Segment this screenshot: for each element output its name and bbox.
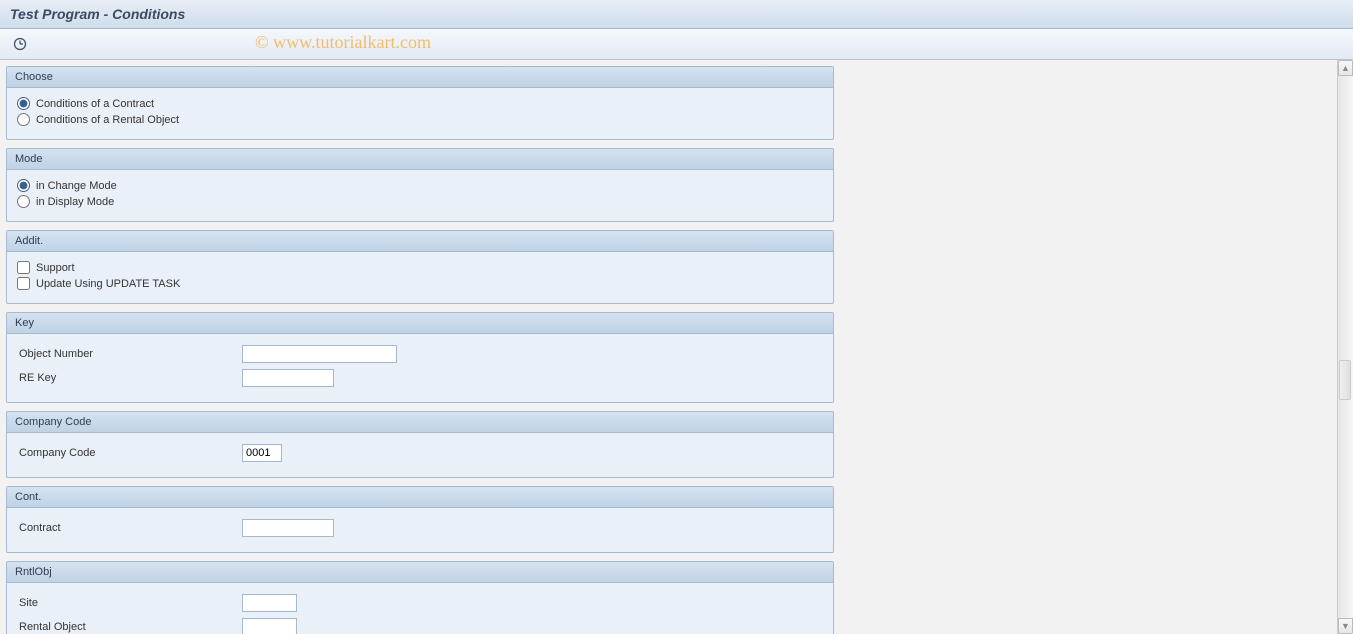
group-header-company-code: Company Code (7, 412, 833, 433)
radio-conditions-rental[interactable] (17, 113, 30, 126)
radio-change-mode[interactable] (17, 179, 30, 192)
group-header-cont: Cont. (7, 487, 833, 508)
group-body-addit: Support Update Using UPDATE TASK (7, 252, 833, 303)
input-contract[interactable] (242, 519, 334, 537)
label-company-code: Company Code (17, 447, 242, 459)
label-update-task: Update Using UPDATE TASK (36, 278, 180, 290)
form-area: Choose Conditions of a Contract Conditio… (0, 60, 840, 634)
group-body-cont: Contract (7, 508, 833, 552)
execute-icon (13, 37, 27, 51)
group-header-choose: Choose (7, 67, 833, 88)
radio-conditions-contract[interactable] (17, 97, 30, 110)
group-key: Key Object Number RE Key (6, 312, 834, 403)
input-rental-object[interactable] (242, 618, 297, 634)
group-company-code: Company Code Company Code (6, 411, 834, 478)
label-object-number: Object Number (17, 348, 242, 360)
group-rntlobj: RntlObj Site Rental Object (6, 561, 834, 634)
content-wrapper: Choose Conditions of a Contract Conditio… (0, 60, 1353, 634)
group-body-key: Object Number RE Key (7, 334, 833, 402)
group-body-rntlobj: Site Rental Object (7, 583, 833, 634)
scrollbar-grip-icon[interactable] (1339, 360, 1351, 400)
group-header-rntlobj: RntlObj (7, 562, 833, 583)
group-body-company-code: Company Code (7, 433, 833, 477)
input-site[interactable] (242, 594, 297, 612)
right-pane: ▲ ▼ (840, 60, 1353, 634)
label-conditions-rental: Conditions of a Rental Object (36, 114, 179, 126)
scroll-down-icon[interactable]: ▼ (1338, 618, 1353, 634)
label-rental-object: Rental Object (17, 621, 242, 633)
vertical-scrollbar[interactable]: ▲ ▼ (1337, 60, 1353, 634)
group-header-key: Key (7, 313, 833, 334)
label-site: Site (17, 597, 242, 609)
input-object-number[interactable] (242, 345, 397, 363)
label-change-mode: in Change Mode (36, 180, 117, 192)
checkbox-support[interactable] (17, 261, 30, 274)
radio-display-mode[interactable] (17, 195, 30, 208)
group-body-choose: Conditions of a Contract Conditions of a… (7, 88, 833, 139)
group-mode: Mode in Change Mode in Display Mode (6, 148, 834, 222)
group-addit: Addit. Support Update Using UPDATE TASK (6, 230, 834, 304)
group-cont: Cont. Contract (6, 486, 834, 553)
label-display-mode: in Display Mode (36, 196, 114, 208)
group-body-mode: in Change Mode in Display Mode (7, 170, 833, 221)
scroll-up-icon[interactable]: ▲ (1338, 60, 1353, 76)
input-re-key[interactable] (242, 369, 334, 387)
toolbar (0, 29, 1353, 60)
checkbox-update-task[interactable] (17, 277, 30, 290)
label-re-key: RE Key (17, 372, 242, 384)
label-support: Support (36, 262, 75, 274)
group-header-addit: Addit. (7, 231, 833, 252)
input-company-code[interactable] (242, 444, 282, 462)
execute-button[interactable] (10, 35, 30, 53)
title-bar: Test Program - Conditions (0, 0, 1353, 29)
label-conditions-contract: Conditions of a Contract (36, 98, 154, 110)
label-contract: Contract (17, 522, 242, 534)
group-header-mode: Mode (7, 149, 833, 170)
page-title: Test Program - Conditions (10, 6, 185, 22)
group-choose: Choose Conditions of a Contract Conditio… (6, 66, 834, 140)
